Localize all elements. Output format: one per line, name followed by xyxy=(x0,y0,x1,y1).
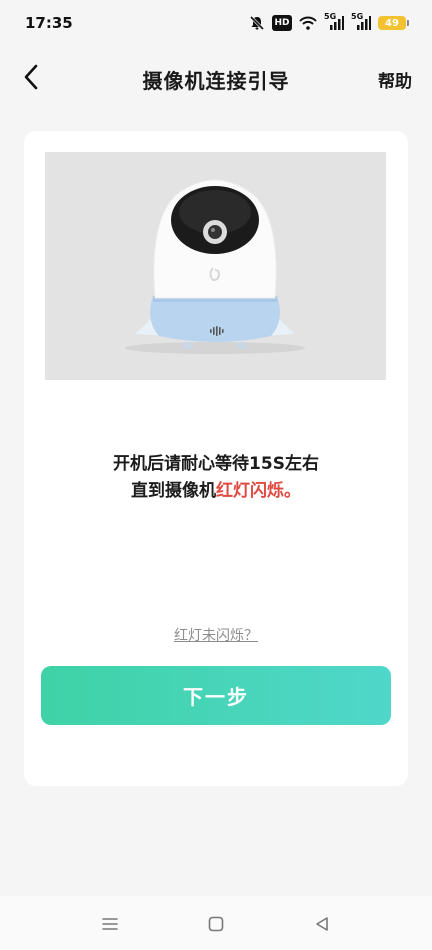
hd-icon: HD xyxy=(272,15,292,31)
signal-icon: 5G xyxy=(324,12,344,31)
signal-icon-2: 5G xyxy=(351,12,371,31)
camera-illustration xyxy=(125,179,305,354)
page-title: 摄像机连接引导 xyxy=(142,69,290,93)
red-light-help-container: 红灯未闪烁？ xyxy=(24,625,408,645)
help-button[interactable]: 帮助 xyxy=(378,67,412,92)
instruction-line-2-prefix: 直到摄像机 xyxy=(131,481,216,501)
back-triangle-icon[interactable] xyxy=(310,912,334,936)
system-nav-bar xyxy=(0,896,432,950)
menu-icon[interactable] xyxy=(98,912,122,936)
status-time: 17:35 xyxy=(25,14,73,32)
instruction-line-1: 开机后请耐心等待15S左右 xyxy=(113,454,319,474)
signal-label: 5G xyxy=(324,12,337,21)
signal-label-2: 5G xyxy=(351,12,364,21)
guide-card: 开机后请耐心等待15S左右 直到摄像机红灯闪烁。 红灯未闪烁？ 下一步 xyxy=(24,131,408,786)
camera-image xyxy=(45,152,386,380)
instruction-highlight: 红灯闪烁。 xyxy=(216,481,301,501)
wifi-icon xyxy=(299,16,317,30)
nav-bar: 摄像机连接引导 帮助 xyxy=(0,48,432,110)
mute-icon xyxy=(249,15,265,31)
status-bar: 17:35 HD 5G 5G 49 xyxy=(0,0,432,44)
instruction-text: 开机后请耐心等待15S左右 直到摄像机红灯闪烁。 xyxy=(24,451,408,505)
red-light-not-flashing-link[interactable]: 红灯未闪烁？ xyxy=(174,628,258,644)
next-step-button[interactable]: 下一步 xyxy=(41,666,391,725)
battery-icon: 49 xyxy=(378,16,409,30)
home-icon[interactable] xyxy=(204,912,228,936)
status-icons: HD 5G 5G 49 xyxy=(249,12,409,33)
instruction-line-2: 直到摄像机红灯闪烁。 xyxy=(24,478,408,505)
